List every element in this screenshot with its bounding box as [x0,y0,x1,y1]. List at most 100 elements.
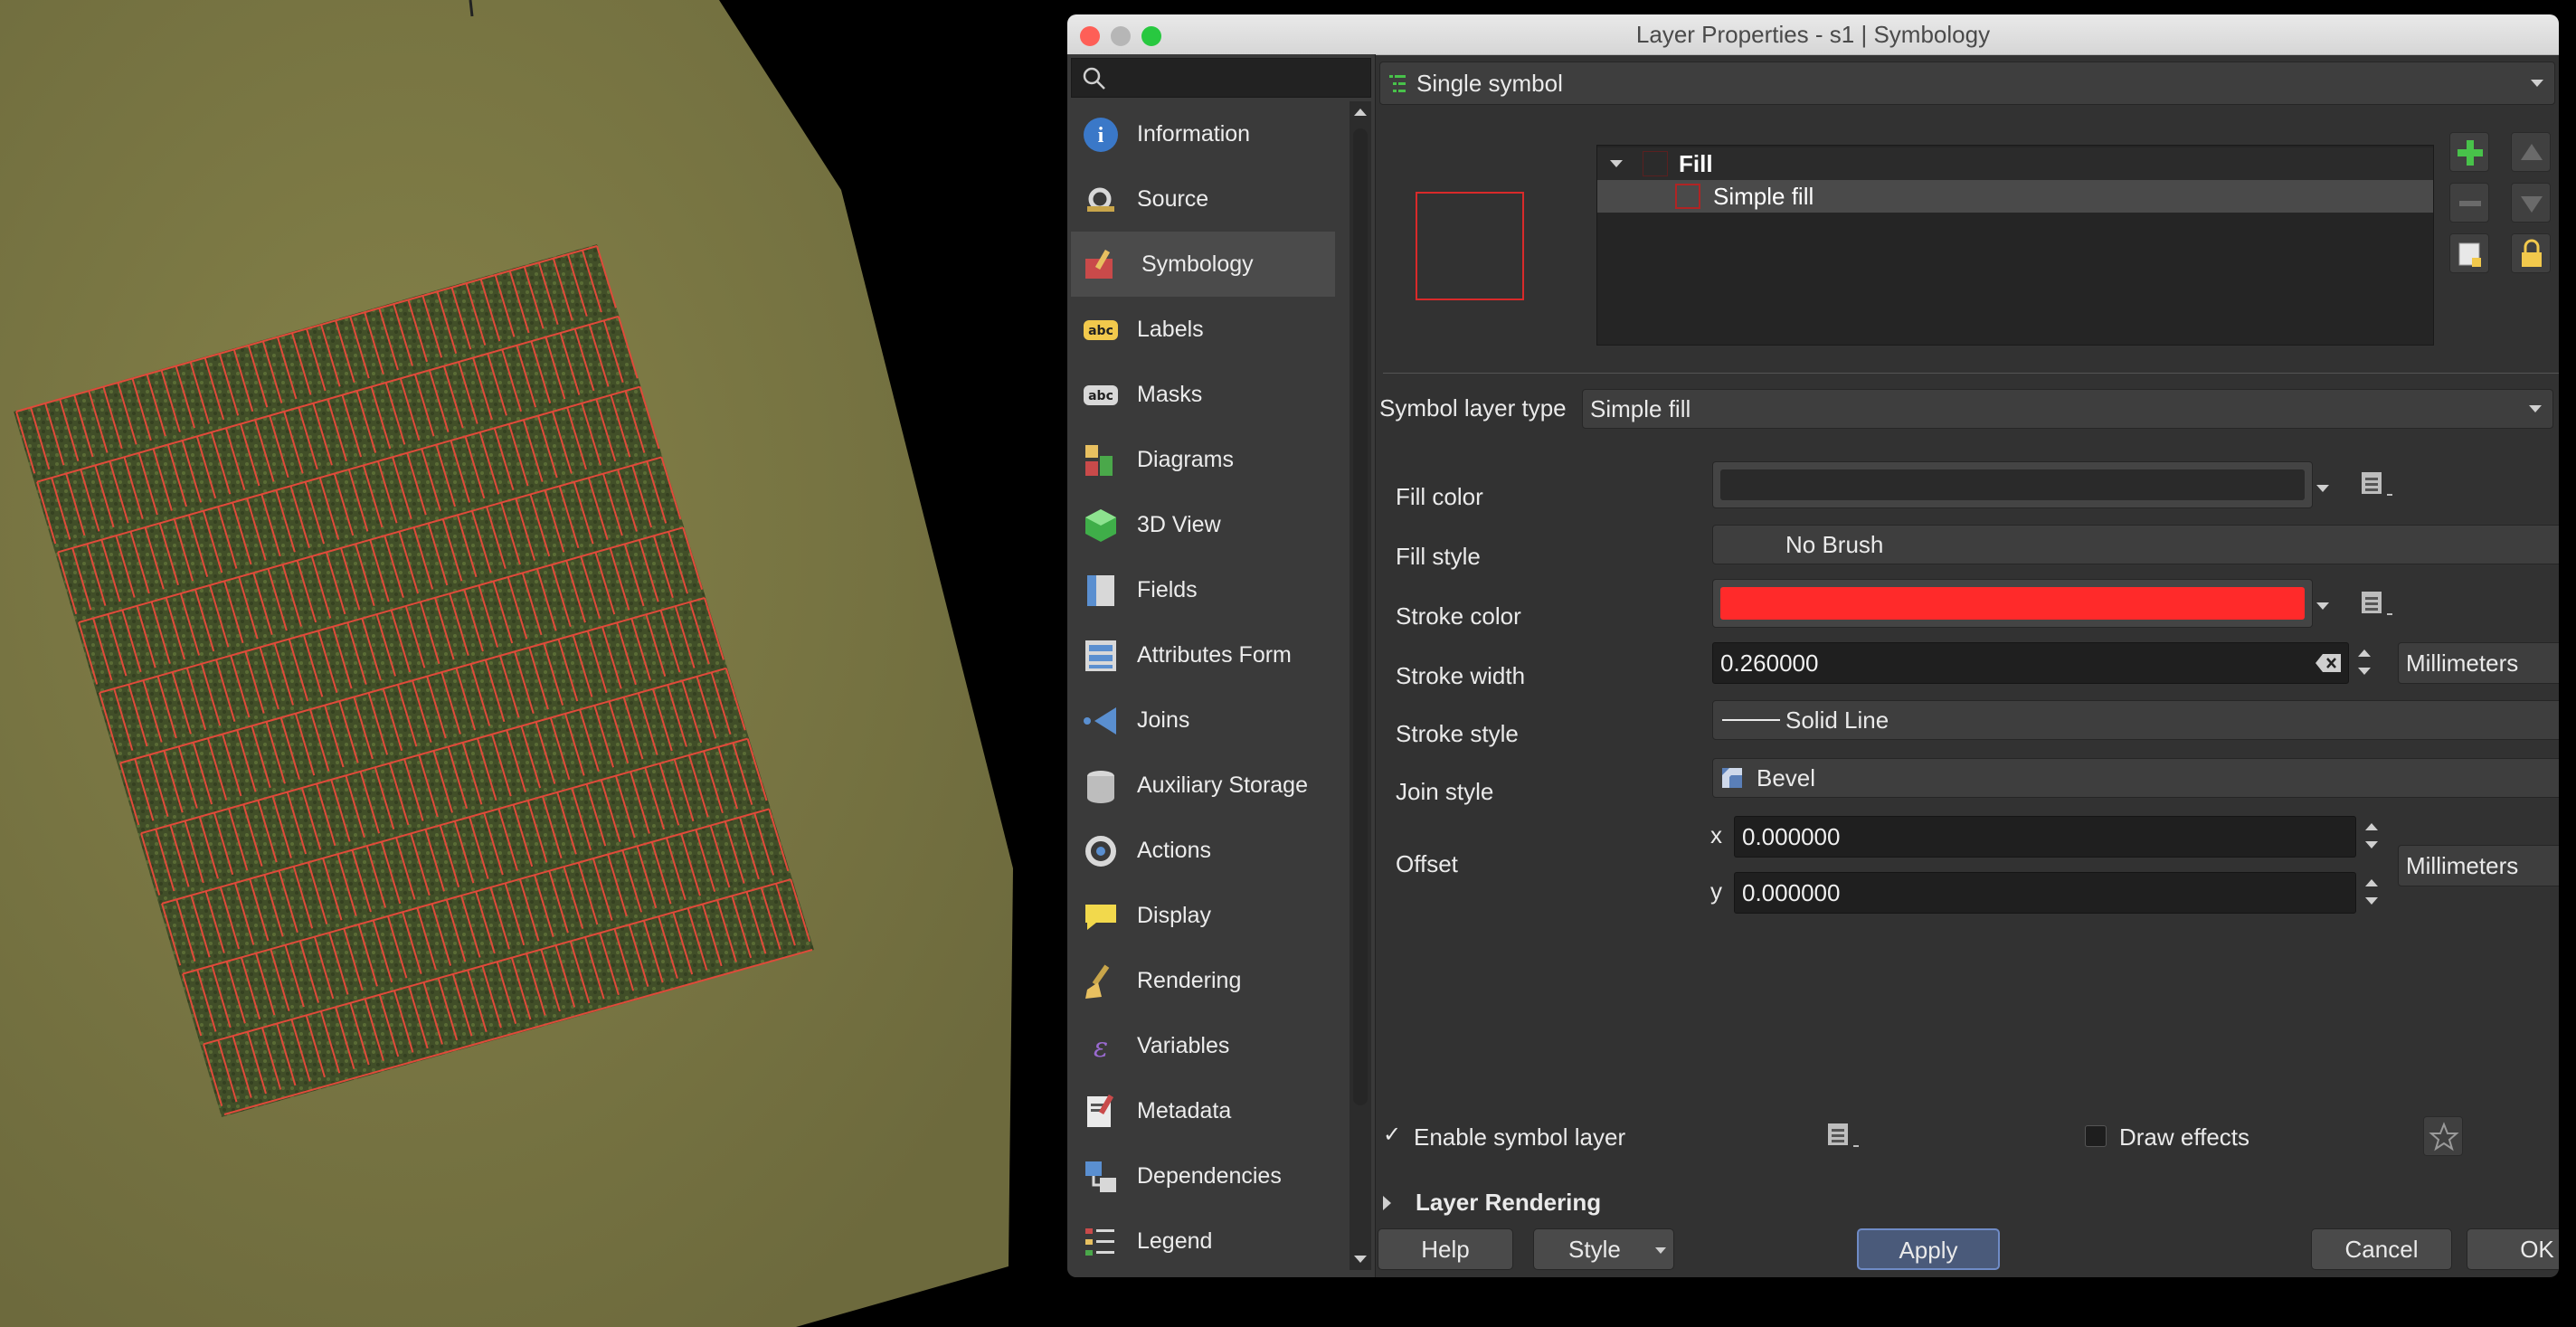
sidebar-item-fields[interactable]: Fields [1071,557,1335,622]
stroke-color-label: Stroke color [1396,602,1521,630]
plus-icon [2458,140,2483,166]
minus-icon [2459,201,2481,206]
tree-fill-label: Fill [1679,150,1713,177]
sidebar-item-label: Fields [1137,577,1198,602]
sidebar-search-input[interactable] [1071,58,1371,98]
stroke-style-select[interactable]: Solid Line [1712,700,2559,740]
draw-effects-settings-button[interactable] [2423,1116,2463,1156]
sidebar-item-label: Source [1137,186,1209,212]
tree-row-fill[interactable]: Fill [1597,147,2433,180]
move-down-button[interactable] [2511,183,2551,223]
fill-color-data-defined-button[interactable] [2356,467,2398,503]
stroke-color-dropdown[interactable] [2316,593,2329,621]
stroke-style-label: Stroke style [1396,720,1519,747]
symbol-preview [1416,192,1524,300]
join-style-select[interactable]: Bevel [1712,758,2559,798]
offset-unit-select[interactable]: Millimeters [2398,845,2559,886]
expand-arrow-icon[interactable] [1610,160,1623,167]
solid-line-icon [1722,719,1780,721]
clear-field-icon[interactable] [2316,654,2341,672]
sidebar-item-dependencies[interactable]: Dependencies [1071,1143,1335,1209]
offset-y-input[interactable]: 0.000000 [1734,872,2356,914]
style-button-label: Style [1568,1236,1621,1263]
lock-layer-button[interactable] [2511,233,2551,273]
fill-style-select[interactable]: No Brush [1712,525,2559,564]
sidebar-item-rendering[interactable]: Rendering [1071,948,1335,1013]
sidebar-item-attributes-form[interactable]: Attributes Form [1071,622,1335,687]
sidebar-item-variables[interactable]: ε Variables [1071,1013,1335,1078]
offset-y-spinner[interactable] [2362,872,2382,912]
tree-row-simple-fill[interactable]: Simple fill [1597,180,2433,213]
fill-color-button[interactable] [1712,461,2313,508]
expand-arrow-icon[interactable] [1383,1196,1391,1210]
map-canvas[interactable] [0,0,1063,1327]
sidebar-item-3d-view[interactable]: 3D View [1071,492,1335,557]
symbol-layer-type-label: Symbol layer type [1379,394,1567,422]
title-bar[interactable]: Layer Properties - s1 | Symbology [1067,14,2559,55]
draw-effects-checkbox[interactable] [2085,1125,2107,1147]
sidebar-item-label: Symbology [1141,251,1254,277]
renderer-type-value: Single symbol [1416,70,1563,97]
scroll-down-icon[interactable] [1354,1256,1367,1263]
sidebar-item-joins[interactable]: Joins [1071,687,1335,753]
svg-text:abc: abc [1088,324,1113,338]
fill-color-dropdown[interactable] [2316,476,2329,503]
svg-text:abc: abc [1088,389,1113,403]
sidebar-item-auxiliary-storage[interactable]: Auxiliary Storage [1071,753,1335,818]
move-up-button[interactable] [2511,132,2551,172]
add-symbol-layer-button[interactable] [2449,132,2489,172]
enable-symbol-layer-checkbox[interactable]: ✓ [1378,1123,1403,1149]
metadata-icon [1082,1093,1120,1131]
sidebar-item-symbology[interactable]: Symbology [1071,232,1335,297]
stroke-width-input[interactable]: 0.260000 [1712,642,2349,684]
diagrams-icon [1082,441,1120,479]
symbol-layer-tree[interactable]: Fill Simple fill [1596,145,2434,346]
stroke-width-spinner[interactable] [2354,642,2374,682]
checkmark-icon: ✓ [1383,1123,1402,1147]
scroll-up-icon[interactable] [1354,109,1367,116]
help-button[interactable]: Help [1378,1228,1513,1270]
auxiliary-storage-icon [1082,767,1120,805]
fill-color-label: Fill color [1396,483,1483,510]
3d-view-icon [1082,507,1120,545]
ok-button[interactable]: OK [2467,1228,2559,1270]
offset-label: Offset [1396,850,1458,877]
scroll-thumb[interactable] [1353,128,1368,1105]
sidebar-item-label: Diagrams [1137,447,1234,472]
sidebar-list: i Information Source Symbology abc Labels abc M… [1071,101,1335,1274]
layer-properties-dialog: Layer Properties - s1 | Symbology i Infor… [1067,14,2559,1277]
sidebar-item-source[interactable]: Source [1071,166,1335,232]
sidebar-item-label: Attributes Form [1137,642,1292,668]
sidebar-item-legend[interactable]: Legend [1071,1209,1335,1274]
sidebar-item-label: Auxiliary Storage [1137,773,1308,798]
sidebar-item-display[interactable]: Display [1071,883,1335,948]
remove-symbol-layer-button[interactable] [2449,183,2489,223]
enable-layer-data-defined-button[interactable] [1823,1118,1864,1154]
sidebar-item-label: Metadata [1137,1098,1232,1123]
sidebar-item-label: Variables [1137,1033,1230,1058]
apply-button[interactable]: Apply [1857,1228,2000,1270]
stroke-color-data-defined-button[interactable] [2356,586,2398,622]
sidebar-item-information[interactable]: i Information [1071,101,1335,166]
tree-simple-fill-label: Simple fill [1713,183,1814,210]
stroke-color-button[interactable] [1712,579,2313,628]
sidebar-item-metadata[interactable]: Metadata [1071,1078,1335,1143]
source-icon [1082,181,1120,219]
style-button[interactable]: Style [1533,1228,1674,1270]
renderer-type-select[interactable]: Single symbol [1379,62,2555,105]
offset-x-spinner[interactable] [2362,816,2382,856]
sidebar-item-actions[interactable]: Actions [1071,818,1335,883]
legend-icon [1082,1223,1120,1261]
fields-icon [1082,572,1120,610]
data-defined-icon [1828,1123,1859,1147]
duplicate-layer-button[interactable] [2449,233,2489,273]
offset-x-input[interactable]: 0.000000 [1734,816,2356,858]
sidebar-scrollbar[interactable] [1350,101,1371,1270]
symbol-layer-type-select[interactable]: Simple fill [1582,389,2553,429]
layer-rendering-section[interactable]: Layer Rendering [1416,1189,1601,1217]
cancel-button[interactable]: Cancel [2311,1228,2452,1270]
sidebar-item-masks[interactable]: abc Masks [1071,362,1335,427]
sidebar-item-labels[interactable]: abc Labels [1071,297,1335,362]
sidebar-item-diagrams[interactable]: Diagrams [1071,427,1335,492]
stroke-width-unit-select[interactable]: Millimeters [2398,642,2559,684]
